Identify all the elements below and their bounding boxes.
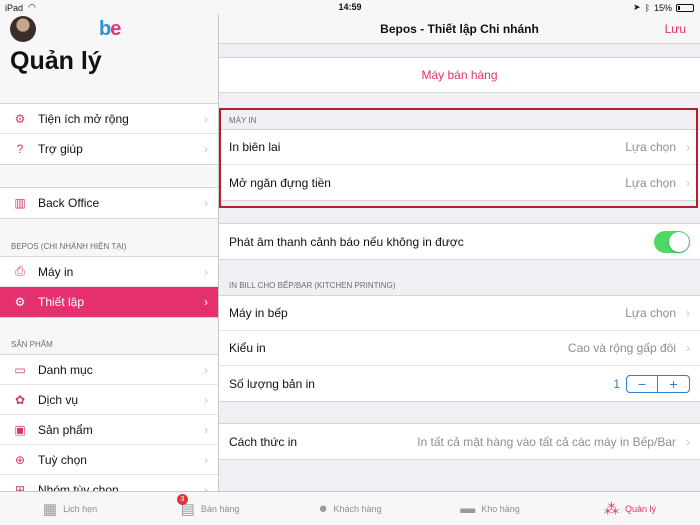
sidebar-group-branch: ⎙ Máy in › ⚙ Thiết lập ›: [0, 256, 218, 318]
copies-label: Số lượng bản in: [229, 376, 315, 391]
gear-icon: ⚙: [14, 111, 26, 126]
option-group-icon: ⊞: [14, 483, 26, 491]
chevron-right-icon: ›: [204, 196, 208, 210]
chevron-right-icon: ›: [204, 452, 208, 467]
avatar[interactable]: [10, 16, 36, 42]
chevron-right-icon: ›: [204, 362, 208, 377]
kitchen-printing-group: Máy in bếp Lựa chọn › Kiểu in Cao và rộn…: [219, 295, 700, 402]
chevron-right-icon: ›: [686, 341, 690, 355]
settings-icon: ⚙: [14, 295, 26, 309]
tab-bar: ▦ Lịch hẹn 3 ▤ Bán hàng ● Khách hàng ▬ K…: [0, 491, 700, 525]
sidebar-group-tools: ⚙ Tiện ích mở rộng › ? Trợ giúp ›: [0, 103, 218, 165]
service-icon: ✿: [14, 392, 26, 407]
print-method-group: Cách thức in In tất cả mặt hàng vào tất …: [219, 423, 700, 460]
sound-alert-label: Phát âm thanh cảnh báo nếu không in được: [229, 234, 464, 249]
calendar-icon: ▦: [42, 500, 58, 518]
sound-alert-toggle[interactable]: [654, 230, 690, 253]
print-style-row[interactable]: Kiểu in Cao và rộng gấp đôi ›: [219, 331, 700, 366]
tab-appointments[interactable]: ▦ Lịch hẹn: [0, 492, 140, 525]
copies-value: 1: [613, 376, 620, 391]
printer-icon: ⎙: [15, 264, 25, 278]
kitchen-printer-row[interactable]: Máy in bếp Lựa chọn ›: [219, 296, 700, 331]
section-header-branch: BEPOS (CHI NHÁNH HIỆN TẠI): [11, 242, 127, 251]
manage-icon: ⁂: [603, 500, 619, 518]
help-icon: ?: [16, 142, 24, 156]
page-title: Bepos - Thiết lập Chi nhánh: [380, 22, 539, 36]
sidebar-item-option-groups[interactable]: ⊞ Nhóm tùy chọn ›: [0, 475, 218, 491]
sidebar-item-printer[interactable]: ⎙ Máy in ›: [0, 257, 218, 287]
bluetooth-icon: ᛒ: [644, 2, 650, 13]
save-button[interactable]: Lưu: [665, 22, 686, 36]
sidebar-item-settings[interactable]: ⚙ Thiết lập ›: [0, 287, 218, 317]
status-bar: iPad ◠ 14:59 ➤ ᛒ 15%: [0, 0, 700, 14]
sidebar-item-extensions[interactable]: ⚙ Tiện ích mở rộng ›: [0, 104, 218, 134]
category-icon: ▭: [14, 362, 26, 377]
product-icon: ▣: [14, 422, 26, 437]
nav-bar: Bepos - Thiết lập Chi nhánh Lưu: [219, 14, 700, 44]
print-method-value: In tất cả mặt hàng vào tất cả các máy in…: [417, 434, 676, 449]
copies-stepper: 1 − +: [613, 374, 690, 393]
option-icon: ⊕: [14, 452, 26, 467]
sidebar-item-help[interactable]: ? Trợ giúp ›: [0, 134, 218, 164]
sidebar-item-back-office[interactable]: ▥ Back Office ›: [0, 188, 218, 218]
sound-alert-row: Phát âm thanh cảnh báo nếu không in được: [219, 224, 700, 259]
increment-button[interactable]: +: [658, 376, 689, 392]
battery-icon: [676, 3, 694, 12]
sidebar: be Quản lý ⚙ Tiện ích mở rộng › ? Trợ gi…: [0, 14, 219, 491]
sales-badge: 3: [177, 494, 188, 505]
sidebar-item-category[interactable]: ▭ Danh mục ›: [0, 355, 218, 385]
chevron-right-icon: ›: [204, 111, 208, 126]
sales-machine-group: Máy bán hàng: [219, 57, 700, 93]
kitchen-printer-value: Lựa chọn: [625, 306, 676, 320]
tab-inventory[interactable]: ▬ Kho hàng: [420, 492, 560, 525]
chart-icon: ▥: [14, 196, 26, 210]
highlight-box: [219, 108, 698, 208]
person-icon: ●: [318, 500, 328, 517]
print-method-row[interactable]: Cách thức in In tất cả mặt hàng vào tất …: [219, 424, 700, 459]
sidebar-item-product[interactable]: ▣ Sản phẩm ›: [0, 415, 218, 445]
print-style-value: Cao và rộng gấp đôi: [567, 341, 676, 355]
print-style-label: Kiểu in: [229, 341, 266, 355]
chevron-right-icon: ›: [204, 392, 208, 407]
sidebar-item-service[interactable]: ✿ Dịch vụ ›: [0, 385, 218, 415]
chevron-right-icon: ›: [686, 306, 690, 320]
location-icon: ➤: [633, 2, 641, 12]
tab-sales[interactable]: 3 ▤ Bán hàng: [140, 492, 280, 525]
box-icon: ▬: [460, 500, 476, 517]
sales-machine-link[interactable]: Máy bán hàng: [219, 58, 700, 92]
chevron-right-icon: ›: [204, 422, 208, 437]
chevron-right-icon: ›: [686, 434, 690, 449]
chevron-right-icon: ›: [204, 264, 208, 279]
print-method-label: Cách thức in: [229, 434, 298, 449]
sound-alert-group: Phát âm thanh cảnh báo nếu không in được: [219, 223, 700, 260]
chevron-right-icon: ›: [204, 483, 208, 491]
sidebar-item-options[interactable]: ⊕ Tuỳ chọn ›: [0, 445, 218, 475]
battery-percent: 15%: [653, 2, 672, 13]
section-header-products: SẢN PHẨM: [11, 340, 53, 349]
tab-customers[interactable]: ● Khách hàng: [280, 492, 420, 525]
decrement-button[interactable]: −: [627, 375, 658, 392]
chevron-right-icon: ›: [204, 295, 208, 309]
copies-row: Số lượng bản in 1 − +: [219, 366, 700, 401]
status-time: 14:59: [338, 2, 362, 12]
sidebar-group-products: ▭ Danh mục › ✿ Dịch vụ › ▣ Sản phẩm › ⊕ …: [0, 354, 218, 491]
app-logo: be: [99, 18, 121, 40]
sidebar-group-backoffice: ▥ Back Office ›: [0, 187, 218, 219]
sidebar-title: Quản lý: [10, 47, 102, 75]
tab-manage[interactable]: ⁂ Quản lý: [560, 492, 700, 525]
section-header-kitchen: IN BILL CHO BẾP/BAR (KITCHEN PRINTING): [229, 281, 396, 290]
chevron-right-icon: ›: [204, 142, 208, 156]
kitchen-printer-label: Máy in bếp: [229, 306, 288, 320]
